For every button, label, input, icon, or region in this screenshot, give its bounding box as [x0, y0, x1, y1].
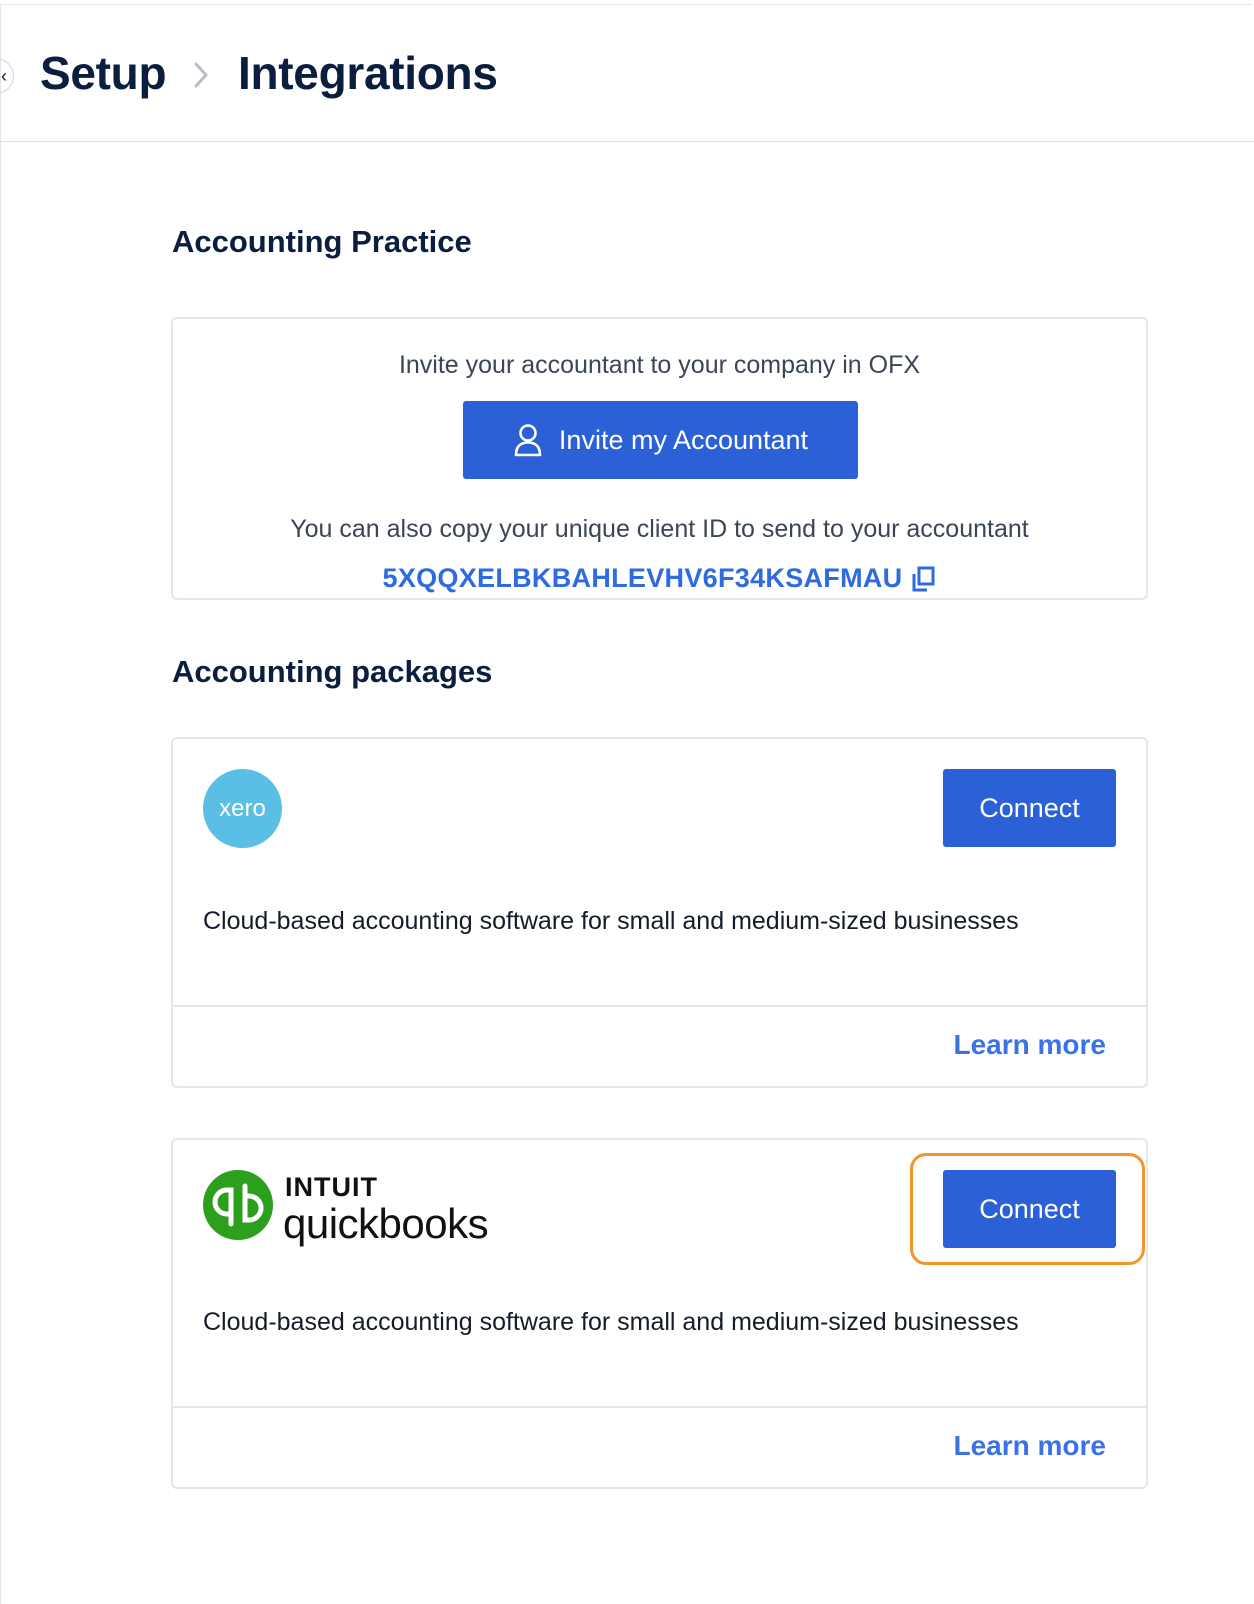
quickbooks-connect-button[interactable]: Connect — [943, 1170, 1116, 1248]
breadcrumb-setup[interactable]: Setup — [40, 46, 167, 100]
page-title: Integrations — [238, 47, 498, 99]
xero-package-card: xero Connect Cloud-based accounting soft… — [171, 737, 1148, 1088]
divider — [173, 1005, 1146, 1007]
svg-text:INTUIT: INTUIT — [285, 1172, 378, 1202]
svg-text:quickbooks: quickbooks — [283, 1200, 488, 1247]
user-icon — [514, 424, 542, 457]
svg-text:xero: xero — [219, 795, 266, 822]
intuit-quickbooks-logo: INTUIT quickbooks — [203, 1170, 489, 1247]
xero-learn-more-link[interactable]: Learn more — [954, 1029, 1107, 1061]
accounting-practice-heading: Accounting Practice — [172, 224, 472, 259]
divider — [173, 1406, 1146, 1408]
client-id-row: 5XQQXELBKBAHLEVHV6F34KSAFMAU — [173, 563, 1146, 594]
package-body: xero Connect Cloud-based accounting soft… — [173, 739, 1146, 1005]
quickbooks-learn-more-link[interactable]: Learn more — [954, 1430, 1107, 1462]
xero-connect-button[interactable]: Connect — [943, 769, 1116, 847]
chevron-right-icon — [194, 62, 208, 88]
quickbooks-package-card: INTUIT quickbooks Connect Cloud-based ac… — [171, 1138, 1148, 1489]
copy-client-id-description: You can also copy your unique client ID … — [290, 515, 1029, 543]
xero-description: Cloud-based accounting software for smal… — [203, 907, 1019, 935]
invite-description: Invite your accountant to your company i… — [398, 351, 921, 379]
accounting-practice-card: Invite your accountant to your company i… — [171, 317, 1148, 600]
back-arrow-icon[interactable]: ‹ — [0, 58, 14, 94]
client-id[interactable]: 5XQQXELBKBAHLEVHV6F34KSAFMAU — [383, 563, 903, 594]
page-header: ‹ Setup Integrations — [0, 4, 1254, 142]
package-body: INTUIT quickbooks Connect Cloud-based ac… — [173, 1140, 1146, 1406]
xero-logo: xero — [203, 769, 282, 848]
accounting-packages-heading: Accounting packages — [172, 654, 493, 689]
invite-accountant-button[interactable]: Invite my Accountant — [463, 401, 858, 479]
quickbooks-description: Cloud-based accounting software for smal… — [203, 1308, 1019, 1336]
invite-accountant-label: Invite my Accountant — [558, 424, 809, 455]
copy-icon[interactable] — [910, 565, 936, 593]
